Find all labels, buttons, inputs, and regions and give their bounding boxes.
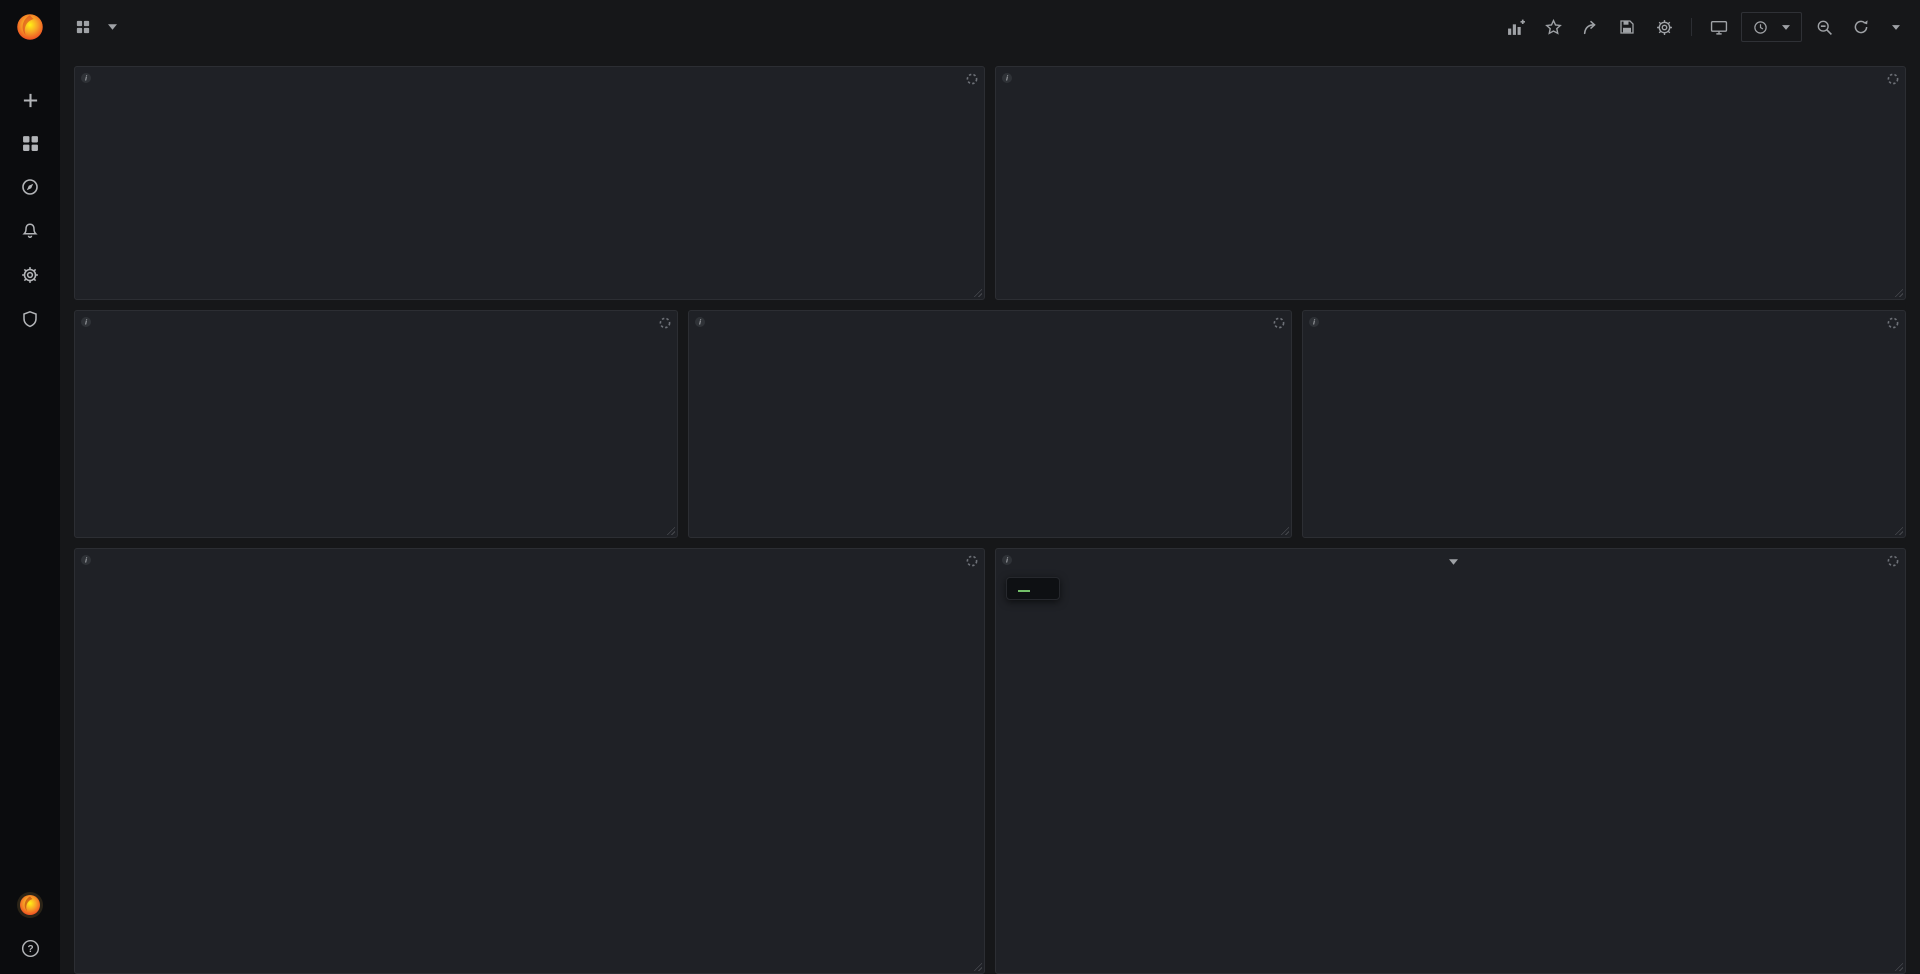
sidebar-item-configuration[interactable] [21, 266, 39, 284]
graph-tooltip [1006, 577, 1060, 600]
share-button[interactable] [1575, 13, 1605, 41]
dashboard-grid: i i i [60, 54, 1920, 974]
panel-avg-disk-used: i [995, 548, 1906, 974]
save-icon [1619, 19, 1635, 35]
bell-icon [21, 222, 39, 240]
panel-loading-icon [659, 316, 671, 334]
star-button[interactable] [1538, 13, 1568, 41]
monitor-icon [1710, 19, 1728, 36]
side-menu: ? [0, 0, 60, 974]
panel-menu-caret-icon[interactable] [1449, 559, 1458, 565]
dashboard-title-group[interactable] [76, 20, 117, 34]
title-caret-icon [108, 24, 117, 30]
tooltip-series-swatch [1018, 590, 1030, 592]
sidebar-item-dashboards[interactable] [22, 135, 39, 152]
star-icon [1545, 19, 1562, 36]
time-series-chart [1006, 577, 1895, 947]
sidebar-item-server-admin[interactable] [21, 310, 39, 328]
navbar [60, 0, 1920, 54]
navbar-separator [1691, 18, 1692, 36]
compass-icon [21, 178, 39, 196]
svg-text:?: ? [27, 944, 33, 955]
cycle-view-button[interactable] [1704, 13, 1734, 41]
dashboard-settings-button[interactable] [1649, 13, 1679, 41]
panel-loading-icon [1887, 316, 1899, 334]
panel-info-icon[interactable]: i [1308, 315, 1320, 333]
panel-loading-icon [1887, 554, 1899, 572]
sparkline-chart [79, 167, 980, 295]
chevron-down-icon [1892, 25, 1900, 30]
add-panel-icon [1507, 19, 1526, 36]
panel-info-icon[interactable]: i [80, 315, 92, 333]
user-avatar[interactable] [16, 891, 44, 919]
dashboards-grid-icon [22, 135, 39, 152]
sidebar-item-create[interactable] [22, 92, 39, 109]
avatar-icon [16, 891, 44, 919]
panel-info-icon[interactable]: i [1001, 71, 1013, 89]
refresh-interval-dropdown[interactable] [1883, 25, 1904, 30]
grafana-logo[interactable] [0, 0, 60, 54]
sidebar-item-help[interactable]: ? [21, 939, 40, 958]
dashboard-icon [76, 20, 90, 34]
panel-info-icon[interactable]: i [694, 315, 706, 333]
zoom-out-button[interactable] [1809, 13, 1839, 41]
panel-info-icon[interactable]: i [1001, 553, 1013, 571]
chevron-down-icon [1782, 25, 1790, 30]
time-range-button[interactable] [1741, 12, 1802, 42]
panel-req-select: i [74, 66, 985, 300]
panel-taosd-memory: i [74, 310, 678, 538]
gear-icon [1656, 19, 1673, 36]
save-button[interactable] [1612, 13, 1642, 41]
sidebar-item-explore[interactable] [21, 178, 39, 196]
panel-loading-icon [966, 72, 978, 90]
panel-info-icon[interactable]: i [80, 553, 92, 571]
share-icon [1582, 19, 1599, 36]
panel-loading-icon [966, 554, 978, 572]
time-series-chart [93, 577, 974, 947]
question-icon: ? [21, 939, 40, 958]
panel-info-icon[interactable]: i [80, 71, 92, 89]
gear-icon [21, 266, 39, 284]
shield-icon [21, 310, 39, 328]
zoom-out-icon [1816, 19, 1833, 36]
clock-icon [1753, 20, 1768, 35]
grafana-flame-icon [13, 10, 47, 44]
add-panel-button[interactable] [1501, 13, 1531, 41]
panel-loading-icon [1887, 72, 1899, 90]
refresh-icon [1853, 19, 1869, 35]
panel-cpu-system: i [74, 548, 985, 974]
gauge-chart [865, 341, 1115, 529]
panel-system-memory: i [688, 310, 1292, 538]
panel-loading-icon [1273, 316, 1285, 334]
sparkline-chart [1000, 167, 1901, 295]
refresh-button[interactable] [1846, 13, 1876, 41]
plus-icon [22, 92, 39, 109]
panel-req-insert: i [995, 66, 1906, 300]
sidebar-item-alerting[interactable] [21, 222, 39, 240]
gauge-chart [1479, 341, 1729, 529]
gauge-chart [251, 341, 501, 529]
panel-band-speed: i [1302, 310, 1906, 538]
